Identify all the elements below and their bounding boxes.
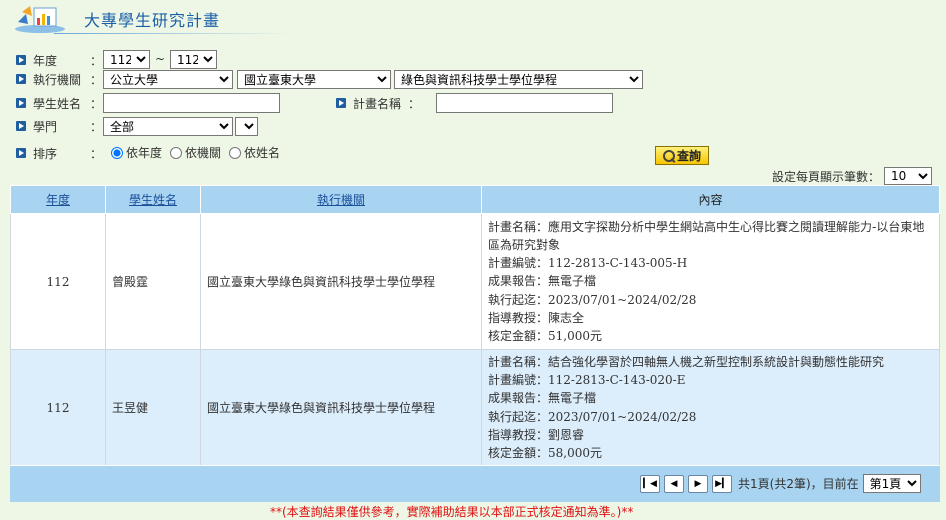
page-info: 共1頁(共2筆)，目前在 [738,477,859,491]
colon: ： [90,97,103,111]
plan-title: 應用文字探勘分析中學生網站高中生心得比賽之閱讀理解能力-以台東地區為研究對象 [488,219,925,252]
report-status: 無電子檔 [548,274,597,289]
next-page-icon[interactable]: ▶ [688,474,708,493]
colon: ： [90,120,103,134]
header-org[interactable]: 執行機關 [200,185,482,214]
page-title: 大專學生研究計畫 [84,11,221,30]
execution-period: 2023/07/01~2024/02/28 [548,409,697,424]
first-page-icon[interactable]: ▎◀ [640,474,660,493]
cell-content: 計畫名稱：應用文字探勘分析中學生網站高中生心得比賽之閱讀理解能力-以台東地區為研… [481,213,940,350]
colon: ： [408,97,421,111]
pager-controls: ▎◀ ◀ ▶ ▶▎ 共1頁(共2筆)，目前在 第1頁 [640,474,921,493]
plan-name-label: 計畫名稱 [353,96,402,111]
year-to-select[interactable]: 112 [170,50,217,69]
cell-year: 112 [10,348,106,467]
header-content: 內容 [481,185,940,214]
arrow-bullet-icon [16,74,26,84]
filter-field-row: 學門 [16,115,57,137]
filter-student-row: 學生姓名 [16,92,81,114]
sort-by-year-radio[interactable]: 依年度 [111,144,162,161]
plan-number: 112-2813-C-143-020-E [548,373,686,388]
student-name-input[interactable] [103,93,280,113]
colon: ： [90,54,103,68]
arrow-bullet-icon [16,121,26,131]
year-separator: ~ [155,52,166,66]
app-logo-icon [15,6,65,33]
school-select[interactable]: 國立臺東大學 [237,70,391,89]
colon: ： [90,147,103,161]
sort-by-org-radio[interactable]: 依機關 [170,144,221,161]
advisor: 陳志全 [548,310,585,325]
title-underline [54,33,294,34]
arrow-bullet-icon [16,148,26,158]
table-row: 112 王昱健 國立臺東大學綠色與資訊科技學士學位學程 計畫名稱：結合強化學習於… [10,348,940,467]
field-label: 學門 [33,119,58,134]
sort-options: 依年度 依機關 依姓名 [111,144,288,161]
query-button[interactable]: 查詢 [655,146,709,165]
filter-sort-row: 排序 [16,142,57,164]
execution-period: 2023/07/01~2024/02/28 [548,292,697,307]
per-page-label: 設定每頁顯示筆數： [772,169,881,184]
student-name-label: 學生姓名 [33,96,82,111]
plan-title: 結合強化學習於四軸無人機之新型控制系統設計與動態性能研究 [548,355,885,369]
per-page-select[interactable]: 10 [884,167,933,185]
arrow-bullet-icon [16,98,26,108]
page-select[interactable]: 第1頁 [862,474,921,493]
last-page-icon[interactable]: ▶▎ [712,474,732,493]
arrow-bullet-icon [16,55,26,65]
cell-org: 國立臺東大學綠色與資訊科技學士學位學程 [200,213,482,350]
results-table: 年度 學生姓名 執行機關 內容 112 曾殿霆 國立臺東大學綠色與資訊科技學士學… [10,185,940,467]
report-status: 無電子檔 [548,391,597,406]
search-icon [662,149,675,162]
pager-bar: ▎◀ ◀ ▶ ▶▎ 共1頁(共2筆)，目前在 第1頁 [10,465,940,502]
year-from-select[interactable]: 112 [103,50,150,69]
plan-name-input[interactable] [436,93,613,113]
approved-amount: 51,000元 [548,329,603,343]
prev-page-icon[interactable]: ◀ [664,474,684,493]
sort-label: 排序 [33,146,58,161]
department-select[interactable]: 綠色與資訊科技學士學位學程 [394,70,643,89]
cell-year: 112 [10,213,106,350]
table-header-row: 年度 學生姓名 執行機關 內容 [10,185,940,214]
filter-plan-row: 計畫名稱 [336,92,401,114]
cell-student-name: 王昱健 [105,348,201,467]
disclaimer-note: **(本查詢結果僅供參考，實際補助結果以本部正式核定通知為準。)** [270,505,634,519]
table-row: 112 曾殿霆 國立臺東大學綠色與資訊科技學士學位學程 計畫名稱：應用文字探勘分… [10,213,940,350]
approved-amount: 58,000元 [548,446,603,461]
year-label: 年度 [33,53,58,68]
arrow-bullet-icon [336,98,346,108]
cell-org: 國立臺東大學綠色與資訊科技學士學位學程 [200,348,482,467]
page-header: 大專學生研究計畫 [14,0,934,36]
cell-content: 計畫名稱：結合強化學習於四軸無人機之新型控制系統設計與動態性能研究 計畫編號：1… [481,348,940,467]
header-year[interactable]: 年度 [10,185,106,214]
field-select[interactable]: 全部 [103,117,233,136]
sort-by-name-radio[interactable]: 依姓名 [229,144,280,161]
org-type-select[interactable]: 公立大學 [103,70,233,89]
colon: ： [90,73,103,87]
advisor: 劉恩睿 [548,427,585,442]
org-label: 執行機關 [33,72,82,87]
sub-field-select[interactable] [235,117,258,136]
cell-student-name: 曾殿霆 [105,213,201,350]
filter-org-row: 執行機關 [16,68,81,90]
per-page-control: 設定每頁顯示筆數： 10 [772,167,933,185]
header-student-name[interactable]: 學生姓名 [105,185,201,214]
plan-number: 112-2813-C-143-005-H [548,256,688,271]
